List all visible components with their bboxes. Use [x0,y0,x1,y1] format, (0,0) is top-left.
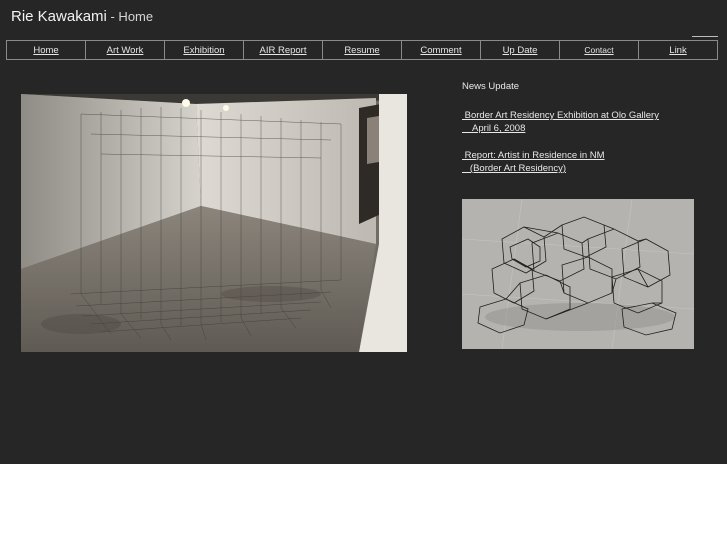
nav-link-home[interactable]: Home [33,45,58,56]
main-nav: Home Art Work Exhibition AIR Report Resu… [6,40,718,60]
site-title-subtitle: - Home [106,9,154,24]
nav-item-up-date[interactable]: Up Date [481,41,560,59]
news-item-title: Report: Artist in Residence in NM [462,150,605,161]
nav-item-exhibition[interactable]: Exhibition [165,41,244,59]
news-item-air-report[interactable]: Report: Artist in Residence in NM (Borde… [462,149,712,175]
nav-link-air-report[interactable]: AIR Report [260,45,307,56]
nav-link-contact[interactable]: Contact [584,45,613,55]
site-title: Rie Kawakami - Home [11,8,153,25]
nav-link-link[interactable]: Link [669,45,686,56]
news-item-title: Border Art Residency Exhibition at Olo G… [462,110,659,121]
gallery-installation-photo [21,94,407,352]
news-item-subtitle: (Border Art Residency) [462,163,567,174]
nav-link-exhibition[interactable]: Exhibition [183,45,224,56]
nav-link-comment[interactable]: Comment [420,45,461,56]
news-section: News Update Border Art Residency Exhibit… [462,81,712,189]
news-heading: News Update [462,81,520,92]
news-item-border-art-exhibition[interactable]: Border Art Residency Exhibition at Olo G… [462,109,712,135]
nav-item-home[interactable]: Home [7,41,86,59]
page: Rie Kawakami - Home Home Art Work Exhibi… [0,0,727,464]
nav-link-art-work[interactable]: Art Work [107,45,144,56]
news-item-date: April 6, 2008 [462,123,526,134]
header-rule [692,36,718,37]
nav-link-resume[interactable]: Resume [344,45,379,56]
nav-item-link[interactable]: Link [639,41,717,59]
site-title-name: Rie Kawakami [11,8,107,25]
nav-item-contact[interactable]: Contact [560,41,639,59]
nav-item-comment[interactable]: Comment [402,41,481,59]
nav-item-resume[interactable]: Resume [323,41,402,59]
wire-sculpture-photo [462,199,694,349]
nav-link-up-date[interactable]: Up Date [503,45,538,56]
nav-item-air-report[interactable]: AIR Report [244,41,323,59]
nav-item-art-work[interactable]: Art Work [86,41,165,59]
